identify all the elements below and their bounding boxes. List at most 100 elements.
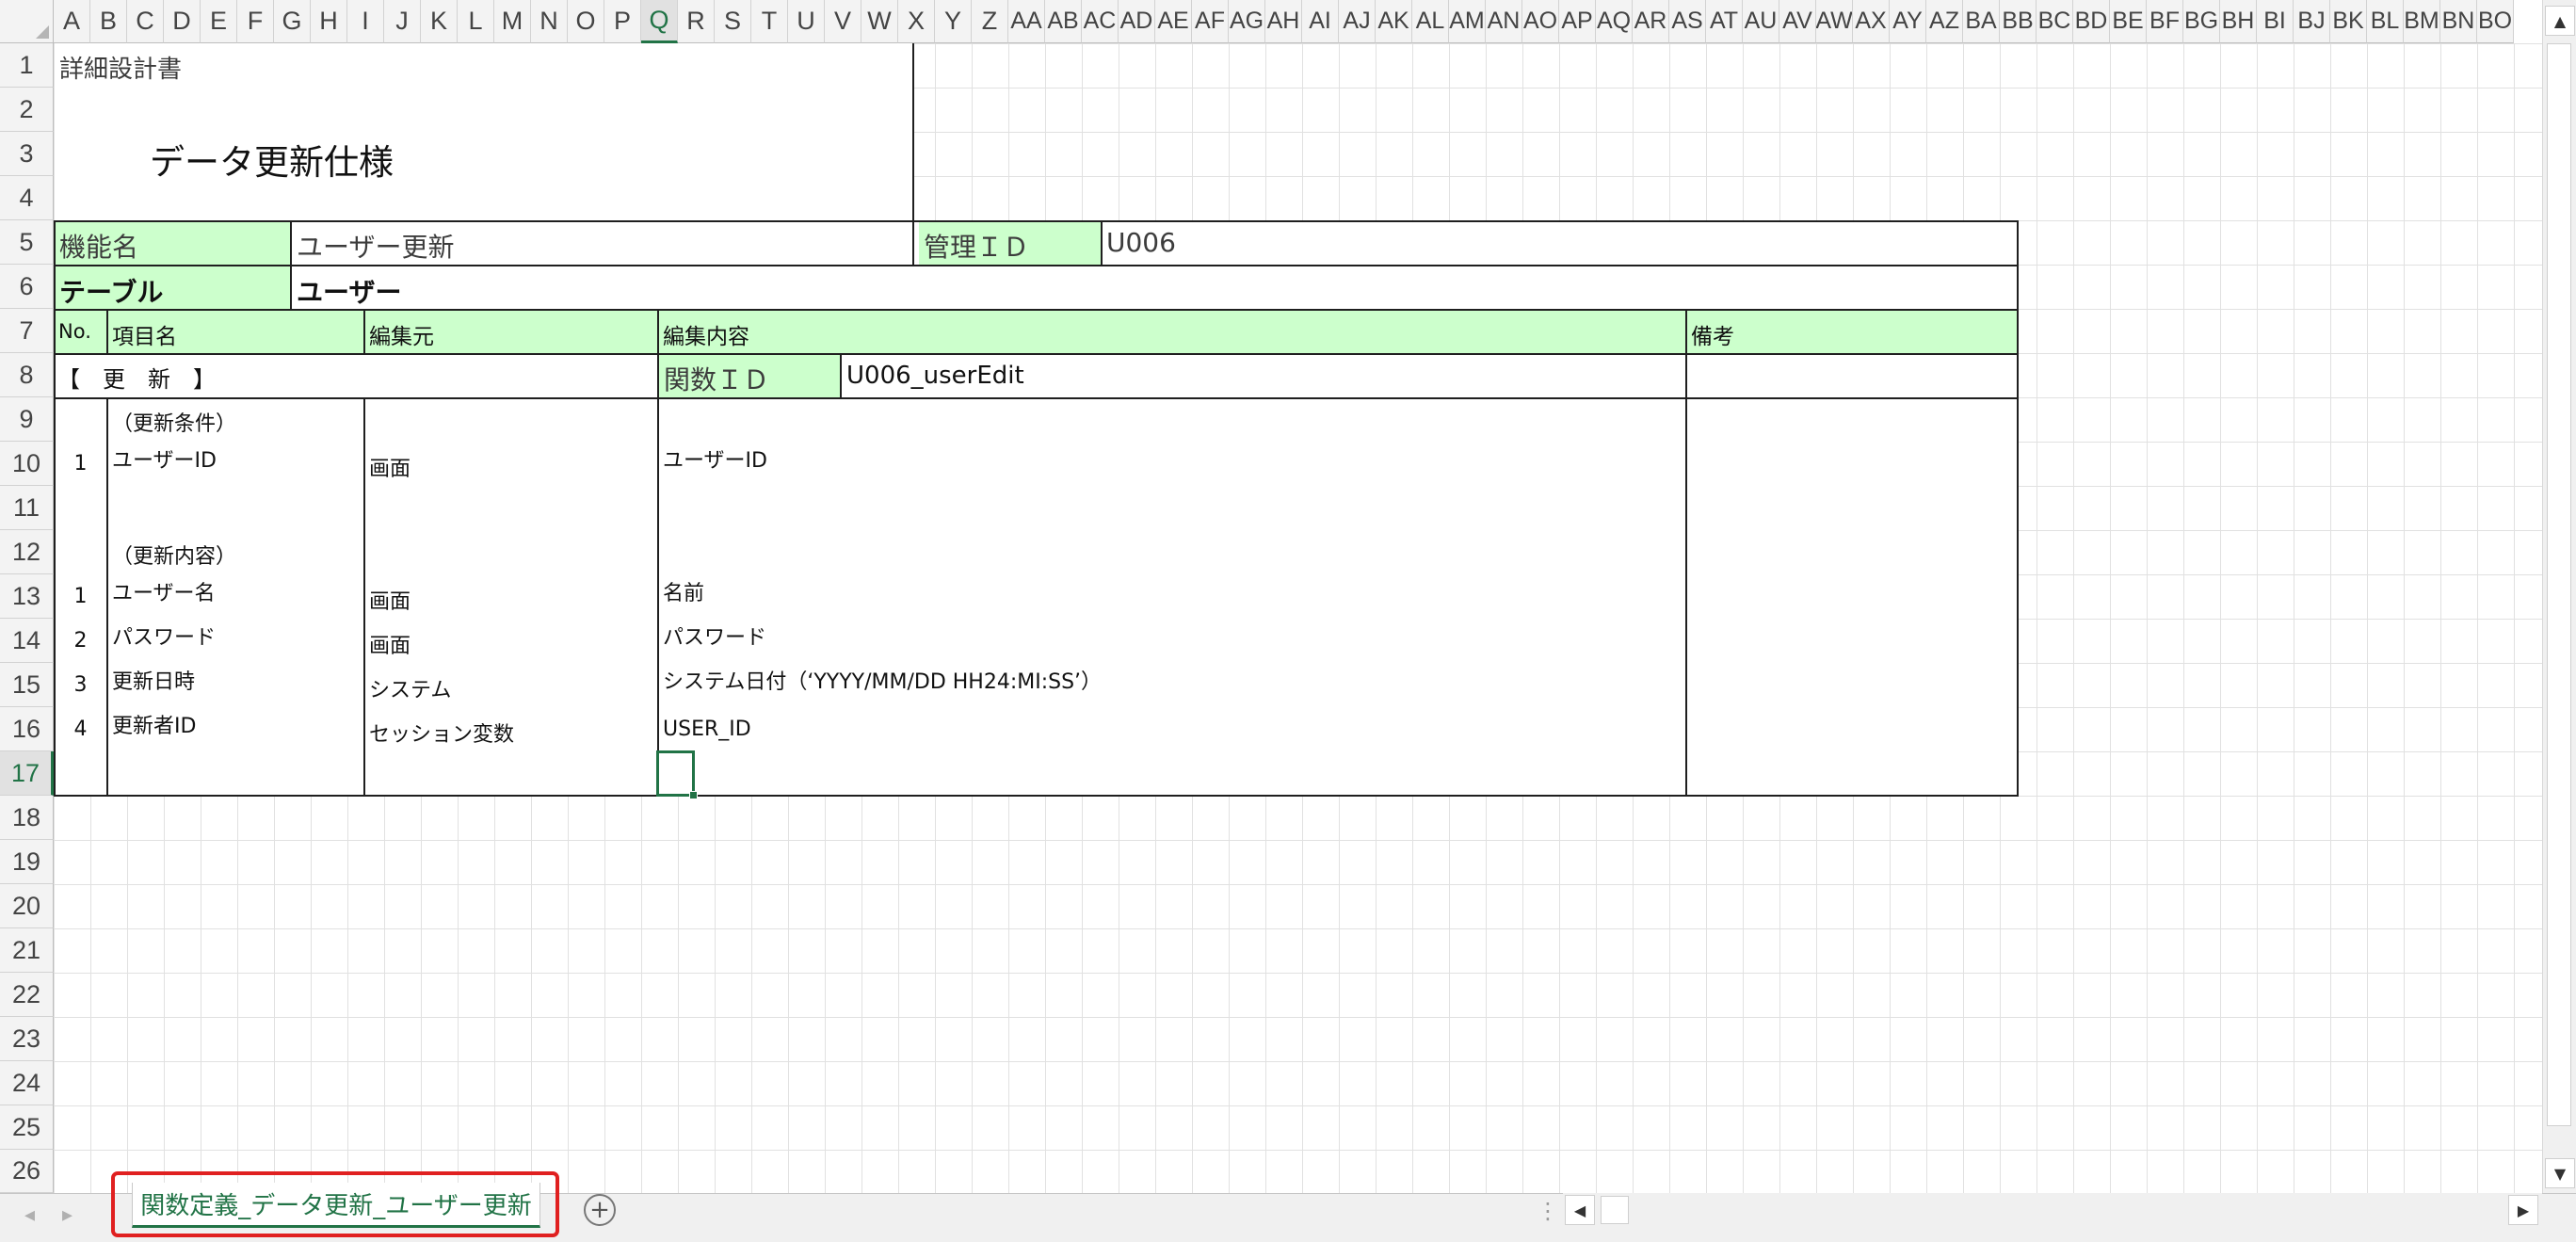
column-header-av[interactable]: AV: [1779, 0, 1816, 43]
column-header-p[interactable]: P: [604, 0, 641, 43]
column-header-au[interactable]: AU: [1743, 0, 1779, 43]
row-header-15[interactable]: 15: [0, 663, 54, 707]
column-header-ad[interactable]: AD: [1119, 0, 1155, 43]
column-header-j[interactable]: J: [384, 0, 421, 43]
column-header-c[interactable]: C: [127, 0, 164, 43]
column-header-ar[interactable]: AR: [1633, 0, 1669, 43]
column-header-f[interactable]: F: [237, 0, 274, 43]
spreadsheet-grid[interactable]: 詳細設計書 データ更新仕様 機能名 ユーザー更新 管理ＩＤ U006 テーブル …: [0, 0, 2576, 1193]
row-header-21[interactable]: 21: [0, 928, 54, 973]
column-header-y[interactable]: Y: [935, 0, 972, 43]
next-sheet-icon[interactable]: ▸: [62, 1203, 72, 1227]
column-header-aa[interactable]: AA: [1008, 0, 1045, 43]
column-header-ab[interactable]: AB: [1045, 0, 1082, 43]
column-header-ak[interactable]: AK: [1376, 0, 1412, 43]
column-header-ah[interactable]: AH: [1265, 0, 1302, 43]
title-block[interactable]: [55, 43, 913, 221]
spec-body[interactable]: [55, 398, 2018, 796]
row-header-8[interactable]: 8: [0, 353, 54, 397]
column-header-bk[interactable]: BK: [2330, 0, 2367, 43]
scroll-right-button[interactable]: ▶: [2508, 1195, 2538, 1225]
column-header-am[interactable]: AM: [1449, 0, 1486, 43]
plus-circle-icon[interactable]: +: [584, 1194, 616, 1226]
column-header-bi[interactable]: BI: [2257, 0, 2294, 43]
column-header-bn[interactable]: BN: [2440, 0, 2477, 43]
vertical-scrollbar[interactable]: ▲ ▼: [2542, 0, 2576, 1193]
column-header-m[interactable]: M: [494, 0, 531, 43]
column-header-bo[interactable]: BO: [2477, 0, 2514, 43]
column-header-ae[interactable]: AE: [1155, 0, 1192, 43]
cell-area[interactable]: 詳細設計書 データ更新仕様 機能名 ユーザー更新 管理ＩＤ U006 テーブル …: [54, 43, 2542, 1193]
column-header-e[interactable]: E: [201, 0, 237, 43]
row-header-20[interactable]: 20: [0, 884, 54, 928]
row-header-19[interactable]: 19: [0, 840, 54, 884]
column-header-aw[interactable]: AW: [1816, 0, 1853, 43]
column-header-o[interactable]: O: [568, 0, 604, 43]
column-header-u[interactable]: U: [788, 0, 825, 43]
select-all-corner[interactable]: [0, 0, 54, 43]
column-header-k[interactable]: K: [421, 0, 458, 43]
row-header-24[interactable]: 24: [0, 1061, 54, 1105]
column-header-bl[interactable]: BL: [2367, 0, 2404, 43]
column-header-r[interactable]: R: [678, 0, 715, 43]
column-header-as[interactable]: AS: [1669, 0, 1706, 43]
row-header-1[interactable]: 1: [0, 43, 54, 88]
row-header-13[interactable]: 13: [0, 574, 54, 619]
column-header-bd[interactable]: BD: [2073, 0, 2110, 43]
column-header-aj[interactable]: AJ: [1339, 0, 1376, 43]
column-header-bm[interactable]: BM: [2404, 0, 2440, 43]
column-header-i[interactable]: I: [347, 0, 384, 43]
row-header-26[interactable]: 26: [0, 1150, 54, 1193]
column-header-a[interactable]: A: [54, 0, 90, 43]
tab-splitter-icon[interactable]: ⋮: [1537, 1198, 1559, 1224]
prev-sheet-icon[interactable]: ◂: [24, 1203, 35, 1227]
column-header-an[interactable]: AN: [1486, 0, 1522, 43]
row-header-23[interactable]: 23: [0, 1017, 54, 1061]
column-header-bf[interactable]: BF: [2147, 0, 2183, 43]
column-header-g[interactable]: G: [274, 0, 311, 43]
scroll-left-button[interactable]: ◀: [1565, 1195, 1595, 1225]
scroll-up-button[interactable]: ▲: [2545, 6, 2575, 36]
column-header-s[interactable]: S: [715, 0, 751, 43]
row-header-25[interactable]: 25: [0, 1105, 54, 1150]
row-header-10[interactable]: 10: [0, 442, 54, 486]
column-header-ac[interactable]: AC: [1082, 0, 1119, 43]
horizontal-scrollbar[interactable]: ◀ ▶: [1563, 1193, 2542, 1227]
column-header-al[interactable]: AL: [1412, 0, 1449, 43]
row-header-5[interactable]: 5: [0, 220, 54, 265]
row-header-14[interactable]: 14: [0, 619, 54, 663]
column-header-q[interactable]: Q: [641, 0, 678, 43]
table-value-cell[interactable]: [291, 266, 2018, 310]
column-header-ax[interactable]: AX: [1853, 0, 1890, 43]
row-header-7[interactable]: 7: [0, 309, 54, 353]
column-header-ay[interactable]: AY: [1890, 0, 1926, 43]
column-header-aq[interactable]: AQ: [1596, 0, 1633, 43]
column-header-b[interactable]: B: [90, 0, 127, 43]
row-header-16[interactable]: 16: [0, 707, 54, 751]
row-header-12[interactable]: 12: [0, 530, 54, 574]
column-header-v[interactable]: V: [825, 0, 861, 43]
management-id-value-cell[interactable]: [1102, 221, 2018, 266]
row-header-4[interactable]: 4: [0, 176, 54, 220]
column-header-h[interactable]: H: [311, 0, 347, 43]
horizontal-scroll-thumb[interactable]: [1601, 1196, 1629, 1224]
column-header-ao[interactable]: AO: [1522, 0, 1559, 43]
column-header-af[interactable]: AF: [1192, 0, 1229, 43]
column-header-n[interactable]: N: [531, 0, 568, 43]
row-header-11[interactable]: 11: [0, 486, 54, 530]
row-header-3[interactable]: 3: [0, 132, 54, 176]
column-header-az[interactable]: AZ: [1926, 0, 1963, 43]
row-header-18[interactable]: 18: [0, 796, 54, 840]
column-header-d[interactable]: D: [164, 0, 201, 43]
column-header-ba[interactable]: BA: [1963, 0, 2000, 43]
column-header-be[interactable]: BE: [2110, 0, 2147, 43]
column-header-bc[interactable]: BC: [2037, 0, 2073, 43]
column-header-ag[interactable]: AG: [1229, 0, 1265, 43]
column-header-l[interactable]: L: [458, 0, 494, 43]
row-header-6[interactable]: 6: [0, 265, 54, 309]
column-header-x[interactable]: X: [898, 0, 935, 43]
scroll-down-button[interactable]: ▼: [2545, 1158, 2575, 1188]
column-header-z[interactable]: Z: [972, 0, 1008, 43]
row-header-22[interactable]: 22: [0, 973, 54, 1017]
column-header-bj[interactable]: BJ: [2294, 0, 2330, 43]
